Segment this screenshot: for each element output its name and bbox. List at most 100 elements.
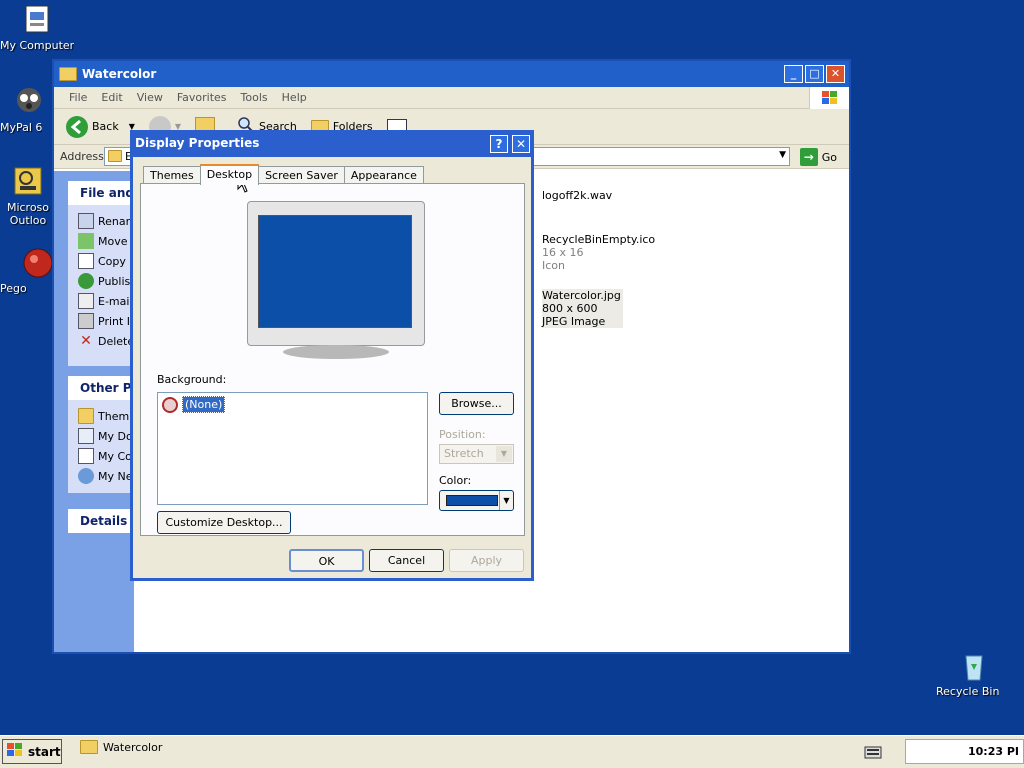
go-button[interactable]: → Go [799, 148, 837, 166]
desktop-icon-recycle-bin[interactable]: Recycle Bin [936, 650, 1012, 698]
windows-logo-icon [7, 743, 23, 760]
panel-heading[interactable]: Other Pla [68, 376, 134, 400]
email-icon [78, 293, 94, 309]
maximize-button[interactable]: □ [805, 65, 824, 83]
task-rename[interactable]: Renar [68, 211, 134, 231]
computer-icon [78, 448, 94, 464]
color-picker-button[interactable]: ▼ [439, 490, 514, 511]
taskbar: start Watercolor 10:23 PI [0, 735, 1024, 768]
place-my-computer[interactable]: My Co [68, 446, 134, 466]
monitor-preview [247, 201, 425, 359]
task-print[interactable]: Print I [68, 311, 134, 331]
folder-icon [78, 408, 94, 424]
other-places-panel: Other Pla Them My Do My Co My Ne [68, 376, 134, 493]
ok-button[interactable]: OK [289, 549, 364, 572]
minimize-button[interactable]: _ [784, 65, 803, 83]
menu-view[interactable]: View [130, 91, 170, 104]
file-item-selected[interactable]: Watercolor.jpg 800 x 600 JPEG Image [542, 289, 762, 328]
file-item[interactable]: RecycleBinEmpty.ico 16 x 16 Icon [542, 233, 762, 272]
task-pane: File and F Renar Move Copy Publis E-mai … [54, 171, 134, 652]
menu-help[interactable]: Help [275, 91, 314, 104]
desktop-icon-label: My Computer [0, 39, 75, 52]
chevron-down-icon[interactable]: ▼ [779, 150, 786, 160]
menu-favorites[interactable]: Favorites [170, 91, 234, 104]
menu-file[interactable]: File [62, 91, 94, 104]
window-title: Watercolor [82, 67, 157, 81]
monitor-body [247, 201, 425, 346]
start-label: start [28, 744, 61, 759]
dialog-close-button[interactable]: ✕ [512, 135, 530, 153]
menu-edit[interactable]: Edit [94, 91, 129, 104]
globe-icon [78, 273, 94, 289]
back-button[interactable]: Back ▼ [62, 114, 139, 140]
background-list[interactable]: (None) [157, 392, 428, 505]
go-arrow-icon: → [799, 148, 818, 166]
monitor-screen [258, 215, 412, 328]
tab-strip: Themes Desktop Screen Saver Appearance [143, 164, 424, 185]
tab-screen-saver[interactable]: Screen Saver [258, 166, 345, 184]
position-select[interactable]: Stretch ▼ [439, 444, 514, 464]
background-item-none[interactable]: (None) [162, 396, 226, 413]
tab-themes[interactable]: Themes [143, 166, 201, 184]
recycle-bin-icon [958, 650, 990, 682]
computer-icon [22, 4, 54, 36]
start-button[interactable]: start [2, 739, 62, 764]
documents-icon [78, 428, 94, 444]
address-label: Address [60, 150, 104, 163]
rename-icon [78, 213, 94, 229]
windows-logo-icon [809, 87, 849, 109]
go-label: Go [821, 150, 837, 164]
chevron-down-icon: ▼ [499, 491, 513, 510]
close-button[interactable]: ✕ [826, 65, 845, 83]
place-my-documents[interactable]: My Do [68, 426, 134, 446]
details-panel: Details [68, 509, 134, 533]
system-tray: 10:23 PI [905, 739, 1024, 764]
monitor-stand [283, 345, 389, 359]
file-item[interactable]: logoff2k.wav [542, 189, 762, 202]
color-label: Color: [439, 474, 472, 487]
browse-button[interactable]: Browse... [439, 392, 514, 415]
desktop-icon-label: Microso Outloo [6, 201, 50, 227]
menu-tools[interactable]: Tools [234, 91, 275, 104]
desktop-tab-panel: Background: (None) Browse... Position: S… [140, 183, 525, 536]
folder-icon [108, 150, 122, 162]
back-arrow-icon [66, 115, 88, 138]
pego-icon [22, 247, 54, 279]
cancel-button[interactable]: Cancel [369, 549, 444, 572]
panel-heading[interactable]: File and F [68, 181, 134, 205]
clock[interactable]: 10:23 PI [968, 745, 1019, 758]
keyboard-icon[interactable] [864, 744, 882, 763]
folder-icon [80, 740, 98, 754]
task-move[interactable]: Move [68, 231, 134, 251]
place-themes[interactable]: Them [68, 406, 134, 426]
desktop-icon-label: Pego [0, 282, 27, 295]
task-email[interactable]: E-mai [68, 291, 134, 311]
task-copy[interactable]: Copy [68, 251, 134, 271]
color-swatch [446, 495, 498, 506]
mypal-icon [13, 86, 45, 118]
apply-button: Apply [449, 549, 524, 572]
task-publish[interactable]: Publis [68, 271, 134, 291]
panel-heading[interactable]: Details [68, 509, 134, 533]
desktop-icon-label: Recycle Bin [936, 685, 1000, 698]
taskbar-item-watercolor[interactable]: Watercolor [80, 740, 162, 754]
dialog-titlebar[interactable]: Display Properties ? ✕ [130, 130, 534, 157]
task-delete[interactable]: ✕ Delete [68, 331, 134, 351]
outlook-icon [12, 166, 44, 198]
tab-desktop[interactable]: Desktop [199, 164, 260, 185]
customize-desktop-button[interactable]: Customize Desktop... [157, 511, 291, 534]
network-icon [78, 468, 94, 484]
explorer-titlebar[interactable]: Watercolor _ □ ✕ [54, 61, 849, 87]
tab-appearance[interactable]: Appearance [343, 166, 424, 184]
desktop-icon-my-computer[interactable]: My Computer [0, 4, 76, 52]
menubar: File Edit View Favorites Tools Help [54, 87, 849, 109]
desktop-icon-label: MyPal 6 [0, 121, 43, 134]
help-button[interactable]: ? [490, 135, 508, 153]
place-my-network[interactable]: My Ne [68, 466, 134, 486]
desktop-icon-mypal[interactable]: MyPal 6 [0, 86, 58, 134]
none-icon [162, 396, 178, 413]
desktop-icon-outlook[interactable]: Microso Outloo [0, 166, 56, 227]
display-properties-dialog: Display Properties ? ✕ Themes Desktop Sc… [130, 130, 534, 581]
back-label: Back [92, 120, 119, 133]
printer-icon [78, 313, 94, 329]
